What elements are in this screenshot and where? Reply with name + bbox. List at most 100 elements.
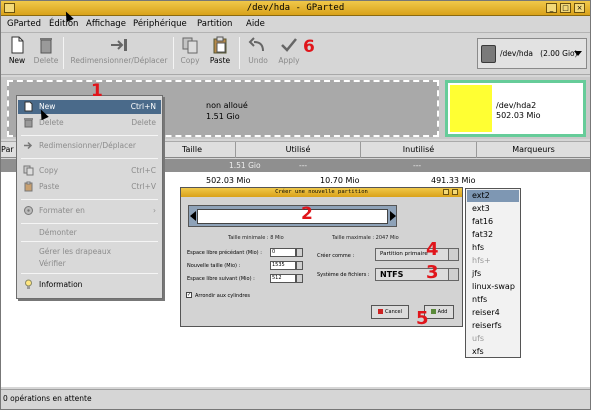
menu-affichage[interactable]: Affichage <box>86 19 126 29</box>
row-unused: --- <box>413 161 422 170</box>
fs-option-hfs[interactable]: hfs <box>467 242 519 254</box>
undo-button[interactable]: Undo <box>246 36 270 65</box>
menu-item-copy[interactable]: Copy Ctrl+C <box>18 164 161 178</box>
right-handle-icon[interactable] <box>390 211 396 221</box>
apply-button[interactable]: Apply <box>276 36 302 65</box>
menu-item-label: Formater en <box>39 206 85 215</box>
fs-option-fat32[interactable]: fat32 <box>467 229 519 241</box>
fs-option-ufs[interactable]: ufs <box>467 333 519 345</box>
create-as-value: Partition primaire <box>380 251 428 257</box>
device-selector[interactable]: /dev/hda (2.00 Gio) <box>477 38 587 69</box>
spin-arrows-icon[interactable] <box>296 274 303 283</box>
spin-arrows-icon[interactable] <box>296 261 303 270</box>
fs-option-reiser4[interactable]: reiser4 <box>467 307 519 319</box>
checkmark-icon <box>281 38 297 52</box>
partition-size-slider[interactable] <box>188 205 397 227</box>
menu-item-label: Copy <box>39 166 59 175</box>
copy-button[interactable]: Copy <box>179 36 201 65</box>
partition-slider-bar[interactable] <box>197 209 388 224</box>
menu-item-delete[interactable]: Delete Delete <box>18 116 161 130</box>
callout-3: 3 <box>426 262 439 283</box>
fs-option-ext2[interactable]: ext2 <box>467 190 519 202</box>
dialog-close-button[interactable] <box>452 189 458 195</box>
close-icon <box>378 309 384 314</box>
round-cylinders-checkbox[interactable]: ✓ <box>186 292 192 298</box>
unallocated-label: non alloué <box>206 101 248 110</box>
space-before-label: Espace libre précédant (Mio) : <box>187 250 262 256</box>
fs-option-jfs[interactable]: jfs <box>467 268 519 280</box>
menu-item-paste[interactable]: Paste Ctrl+V <box>18 180 161 194</box>
menu-separator <box>21 241 158 242</box>
partition-block-hda2[interactable]: /dev/hda2 502.03 Mio <box>445 80 586 137</box>
maximize-button[interactable]: □ <box>560 3 571 13</box>
menu-item-check[interactable]: Vérifier <box>18 257 161 271</box>
spin-arrows-icon[interactable] <box>296 248 303 257</box>
space-after-field[interactable]: 512 <box>270 274 303 283</box>
cancel-button[interactable]: Cancel <box>371 305 409 319</box>
minimize-button[interactable]: _ <box>546 3 557 13</box>
format-icon <box>24 206 33 215</box>
delete-label: Delete <box>33 56 59 65</box>
menu-item-information[interactable]: Information <box>18 278 161 292</box>
menu-separator <box>21 199 158 200</box>
menu-edition[interactable]: Édition <box>49 19 78 29</box>
col-unused[interactable]: Inutilisé <box>361 142 477 158</box>
col-used[interactable]: Utilisé <box>236 142 361 158</box>
new-size-value: 1535 <box>272 262 285 268</box>
fs-option-linux-swap[interactable]: linux-swap <box>467 281 519 293</box>
fs-option-reiserfs[interactable]: reiserfs <box>467 320 519 332</box>
new-size-label: Nouvelle taille (Mio) : <box>187 263 241 269</box>
filesystem-select[interactable]: NTFS <box>375 268 459 281</box>
partition-name: /dev/hda2 <box>496 101 537 110</box>
used-space-bar <box>450 85 492 132</box>
dialog-minimize-button[interactable] <box>443 189 449 195</box>
new-label: New <box>8 56 26 65</box>
menu-item-label: Vérifier <box>39 259 66 268</box>
submenu-arrow-icon: › <box>153 206 156 215</box>
menu-peripherique[interactable]: Périphérique <box>133 19 187 29</box>
menu-item-accel: Ctrl+C <box>131 166 156 175</box>
menu-partition[interactable]: Partition <box>197 19 232 29</box>
filesystem-value: NTFS <box>380 270 404 279</box>
space-before-field[interactable]: 0 <box>270 248 303 257</box>
row-size: 1.51 Gio <box>229 161 261 170</box>
menu-item-label: Démonter <box>39 228 77 237</box>
delete-button[interactable]: Delete <box>33 36 59 65</box>
col-flags[interactable]: Marqueurs <box>477 142 590 158</box>
close-button[interactable]: × <box>574 3 585 13</box>
callout-2: 2 <box>301 204 313 224</box>
harddisk-icon <box>481 45 496 63</box>
menu-gparted[interactable]: GParted <box>7 19 41 29</box>
toolbar: New Delete Redimensionner/Déplacer Copy <box>1 33 590 75</box>
min-size-label: Taille minimale : 8 Mio <box>228 235 284 241</box>
fs-option-xfs[interactable]: xfs <box>467 346 519 357</box>
callout-5: 5 <box>416 308 429 329</box>
callout-4: 4 <box>426 239 439 260</box>
menu-item-resize[interactable]: Redimensionner/Déplacer <box>18 139 161 153</box>
menu-item-unmount[interactable]: Démonter <box>18 226 161 240</box>
resize-move-button[interactable]: Redimensionner/Déplacer <box>69 36 169 65</box>
new-button[interactable]: New <box>5 36 29 65</box>
menu-aide[interactable]: Aide <box>246 19 265 29</box>
menu-separator <box>21 158 158 159</box>
fs-option-fat16[interactable]: fat16 <box>467 216 519 228</box>
new-partition-dialog: Créer une nouvelle partition Taille mini… <box>180 187 463 327</box>
menu-item-format[interactable]: Formater en › <box>18 204 161 218</box>
create-as-select[interactable]: Partition primaire <box>375 248 459 261</box>
fs-option-ntfs[interactable]: ntfs <box>467 294 519 306</box>
unallocated-size: 1.51 Gio <box>206 112 240 121</box>
fs-option-ext3[interactable]: ext3 <box>467 203 519 215</box>
row-size: 502.03 Mio <box>206 176 251 185</box>
round-cylinders-label: Arrondir aux cylindres <box>195 293 251 299</box>
new-size-field[interactable]: 1535 <box>270 261 303 270</box>
menu-separator <box>21 273 158 274</box>
window-title: /dev/hda - GParted <box>246 3 345 13</box>
left-handle-icon[interactable] <box>190 211 196 221</box>
menu-item-label: Paste <box>39 182 60 191</box>
add-label: Add <box>437 309 448 315</box>
dialog-title: Créer une nouvelle partition <box>181 188 462 197</box>
fs-option-hfsplus[interactable]: hfs+ <box>467 255 519 267</box>
chevron-down-icon <box>574 51 582 56</box>
undo-icon <box>248 37 264 52</box>
paste-button[interactable]: Paste <box>207 36 233 65</box>
